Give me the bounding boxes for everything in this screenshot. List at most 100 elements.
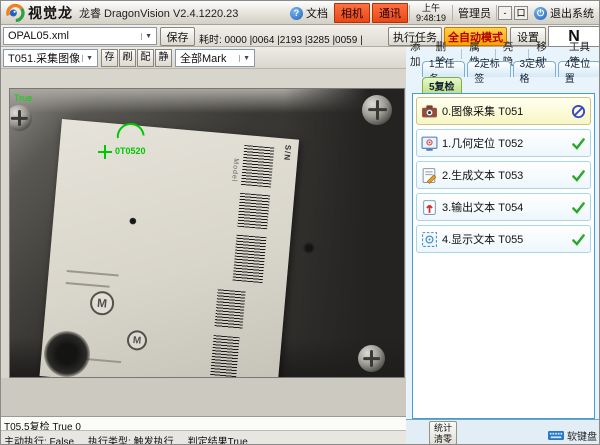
status-exec-mode: 主动执行: False — [4, 433, 74, 445]
config-button[interactable]: 配 — [137, 49, 154, 67]
camera-alert-button[interactable]: 相机 — [334, 3, 370, 23]
static-button[interactable]: 静 — [155, 49, 172, 67]
shadow-right — [284, 89, 404, 377]
chevron-down-icon: ▼ — [82, 55, 93, 62]
mark-filter-value: 全部Mark — [180, 50, 226, 66]
comm-alert-button[interactable]: 通讯 — [372, 3, 408, 23]
project-file-select[interactable]: OPAL05.xml ▼ — [3, 27, 157, 45]
task-row-label: 2.生成文本 T053 — [442, 167, 567, 183]
barcode-block — [241, 145, 274, 187]
soft-keyboard-button[interactable]: 软键盘 — [548, 428, 597, 443]
overlay-code-text: 0T0520 — [115, 146, 146, 156]
task-row-4[interactable]: 4.显示文本 T055 — [416, 225, 591, 253]
title-bar: 视觉龙 龙睿 DragonVision V2.4.1220.23 ? 文档 相机… — [1, 1, 600, 25]
divider — [461, 49, 462, 59]
chassis-hole — [44, 331, 90, 377]
check-icon — [571, 200, 586, 215]
title-bar-controls: ? 文档 相机 通讯 上午 9:48:19 管理员 - 口 ⏻ 退出系统 — [285, 1, 599, 25]
task-row-0[interactable]: 0.图像采集 T051 — [416, 97, 591, 125]
check-icon — [571, 168, 586, 183]
clock-time: 9:48:19 — [416, 13, 446, 23]
tab-set-label[interactable]: 2定标签 — [467, 61, 510, 77]
clock-period: 上午 — [422, 3, 440, 13]
camera-viewport[interactable]: S/N Model M M True 0T0520 — [9, 88, 405, 378]
locate-icon — [421, 135, 438, 152]
label-sn-text: S/N — [282, 144, 292, 161]
tab-set-position[interactable]: 4定位置 — [558, 61, 600, 77]
doc-label: 文档 — [306, 5, 328, 21]
stage-tabs-row2: 5复检 — [422, 77, 462, 93]
current-task-select[interactable]: T051.采集图像 ▼ — [3, 49, 98, 67]
label-model-text: Model — [230, 158, 239, 183]
label-print-line — [67, 270, 119, 277]
status-line-exec: 主动执行: False 执行类型: 触发执行 判定结果True — [1, 430, 406, 445]
maximize-button[interactable]: 口 — [514, 6, 528, 20]
check-icon — [571, 136, 586, 151]
tab-main-task[interactable]: 1主任务 — [422, 61, 465, 77]
circled-m-logo: M — [126, 330, 148, 352]
tab-set-spec[interactable]: 3定规格 — [513, 61, 556, 77]
barcode-block — [210, 335, 240, 378]
minimize-button[interactable]: - — [498, 6, 512, 20]
project-file-name: OPAL05.xml — [8, 30, 69, 42]
task-row-1[interactable]: 1.几何定位 T052 — [416, 129, 591, 157]
status-judge-result: 判定结果True — [188, 433, 248, 445]
viewport-margin — [1, 378, 406, 416]
divider — [496, 5, 497, 21]
generate-text-icon — [421, 167, 438, 184]
app-name: 视觉龙 — [28, 3, 73, 23]
disabled-icon — [571, 104, 586, 119]
task-row-3[interactable]: 3.输出文本 T054 — [416, 193, 591, 221]
barcode-block — [237, 193, 270, 229]
barcode-block — [214, 289, 245, 329]
camera-icon — [421, 103, 438, 120]
task-row-label: 4.显示文本 T055 — [442, 231, 567, 247]
clock: 上午 9:48:19 — [410, 3, 452, 24]
overlay-crosshair-icon — [98, 145, 112, 159]
current-task-name: T051.采集图像 — [8, 50, 80, 66]
check-icon — [571, 232, 586, 247]
label-dot — [129, 217, 137, 225]
chassis-hole — [302, 241, 316, 255]
task-row-2[interactable]: 2.生成文本 T053 — [416, 161, 591, 189]
status-line-task: T05.5复检 True 0 — [1, 416, 406, 430]
label-print-line — [66, 282, 110, 288]
task-toolbar: T051.采集图像 ▼ 存 刷 配 静 全部Mark ▼ — [1, 47, 406, 69]
keyboard-icon — [548, 431, 564, 440]
doc-button[interactable]: ? 文档 — [285, 1, 333, 25]
stage-tabs: 1主任务 2定标签 3定规格 4定位置 — [422, 61, 600, 77]
reset-label: 清零 — [434, 434, 452, 444]
panel-bottom-bar: 统计 清零 软键盘 — [406, 419, 600, 445]
mark-filter-select[interactable]: 全部Mark ▼ — [175, 49, 255, 67]
app-version: 龙睿 DragonVision V2.4.1220.23 — [79, 5, 238, 21]
screw-icon — [362, 95, 392, 125]
screw-icon — [358, 345, 385, 372]
elapsed-times: 耗时: 0000 |0064 |2193 |3285 |0059 | — [199, 31, 363, 46]
soft-keyboard-label: 软键盘 — [567, 428, 597, 443]
barcode-block — [233, 235, 267, 283]
user-role-button[interactable]: 管理员 — [453, 1, 496, 25]
help-doc-icon: ? — [290, 7, 303, 20]
save-button[interactable]: 保存 — [160, 27, 195, 46]
display-text-icon — [421, 231, 438, 248]
refresh-button[interactable]: 刷 — [119, 49, 136, 67]
task-list: 0.图像采集 T051 1.几何定位 T052 — [412, 93, 595, 419]
exit-label: 退出系统 — [550, 5, 594, 21]
stats-label: 统计 — [434, 423, 452, 433]
stats-reset-button[interactable]: 统计 清零 — [429, 421, 457, 445]
chevron-down-icon: ▼ — [141, 33, 152, 40]
power-icon: ⏻ — [534, 7, 547, 20]
output-text-icon — [421, 199, 438, 216]
chevron-down-icon: ▼ — [239, 55, 250, 62]
app-logo-icon — [5, 3, 25, 23]
task-row-label: 1.几何定位 T052 — [442, 135, 567, 151]
exit-button[interactable]: ⏻ 退出系统 — [529, 1, 599, 25]
overlay-result-flag: True — [14, 93, 32, 103]
tab-recheck-active[interactable]: 5复检 — [422, 77, 462, 93]
task-row-label: 0.图像采集 T051 — [442, 103, 567, 119]
status-exec-type: 执行类型: 触发执行 — [88, 433, 174, 445]
screw-icon — [9, 105, 32, 131]
circled-m-logo: M — [89, 290, 115, 316]
app-window: 视觉龙 龙睿 DragonVision V2.4.1220.23 ? 文档 相机… — [0, 0, 600, 445]
store-button[interactable]: 存 — [101, 49, 118, 67]
